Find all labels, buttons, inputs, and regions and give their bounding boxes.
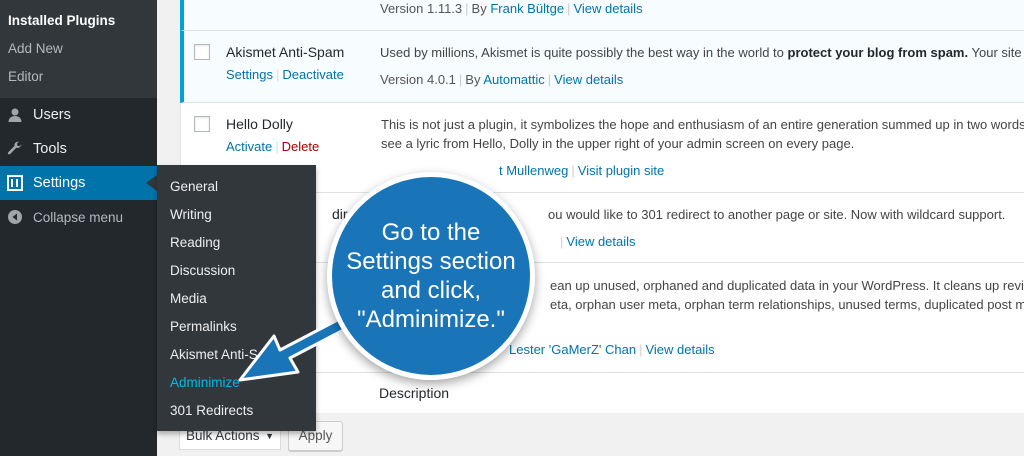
callout-line-3: and click, <box>380 277 482 304</box>
view-details-link[interactable]: View details <box>573 1 642 16</box>
wrench-icon <box>6 140 24 158</box>
menu-users-label: Users <box>33 107 71 123</box>
plugin-version: Version 4.0.1 <box>380 72 456 87</box>
plugin-description: ou would like to 301 redirect to another… <box>548 207 1006 222</box>
flyout-item-discussion[interactable]: Discussion <box>170 263 235 278</box>
submenu-installed-plugins[interactable]: Installed Plugins <box>8 13 165 28</box>
menu-collapse[interactable]: Collapse menu <box>0 200 157 234</box>
settings-link[interactable]: Settings <box>226 67 273 82</box>
collapse-icon <box>6 208 24 226</box>
delete-link[interactable]: Delete <box>282 139 320 154</box>
desc-bold: protect your blog from spam. <box>787 45 969 60</box>
dropdown-caret-icon: ▼ <box>265 431 274 441</box>
plugin-meta: Version 4.0.1 | By Automattic | View details <box>380 72 624 87</box>
plugin-description: ean up unused, orphaned and duplicated d… <box>550 278 1024 293</box>
plugin-description-line2: eta, orphan user meta, orphan term relat… <box>550 297 1024 312</box>
flyout-item-media[interactable]: Media <box>170 291 207 306</box>
users-icon <box>6 106 24 124</box>
desc-text-end: Your site is <box>971 45 1024 60</box>
flyout-item-reading[interactable]: Reading <box>170 235 220 250</box>
plugin-name: Akismet Anti-Spam <box>226 44 345 60</box>
desc-text: Used by millions, Akismet is quite possi… <box>380 45 784 60</box>
flyout-item-permalinks[interactable]: Permalinks <box>170 319 237 334</box>
menu-settings-label: Settings <box>33 175 86 191</box>
plugin-checkbox[interactable] <box>194 44 210 60</box>
plugin-meta: | View details <box>560 234 636 249</box>
callout-text: Go to the Settings section and click, "A… <box>332 177 530 375</box>
view-details-link[interactable]: View details <box>566 234 635 249</box>
plugin-row: Version 1.11.3 | By Frank Bültge | View deta… <box>180 0 1024 31</box>
plugin-description-line2: see a lyric from Hello, Dolly in the upp… <box>381 136 855 151</box>
plugin-meta: Version 1.11.3 | By Frank Bültge | View deta… <box>380 1 643 16</box>
view-details-link[interactable]: View details <box>645 342 714 357</box>
plugin-name: Hello Dolly <box>226 116 293 132</box>
plugin-row-akismet: Akismet Anti-Spam Settings | Deactivate Us… <box>180 31 1024 103</box>
submenu-add-new[interactable]: Add New <box>8 41 165 56</box>
plugin-by-label: By <box>471 1 487 16</box>
plugin-meta: t Mullenweg | Visit plugin site <box>499 163 665 178</box>
view-details-link[interactable]: View details <box>554 72 623 87</box>
plugin-actions: Activate | Delete <box>226 139 320 154</box>
plugin-author-link[interactable]: t Mullenweg <box>499 163 568 178</box>
instruction-callout: Go to the Settings section and click, "A… <box>327 172 535 380</box>
callout-line-4: "Adminimize." <box>357 306 505 333</box>
flyout-pointer <box>146 175 157 191</box>
menu-users[interactable]: Users <box>0 98 157 132</box>
plugin-description: This is not just a plugin, it symbolizes… <box>381 117 1024 132</box>
plugin-author-link[interactable]: Frank Bültge <box>490 1 564 16</box>
callout-line-1: Go to the <box>381 219 481 246</box>
callout-line-2: Settings section <box>346 248 516 275</box>
submenu-editor[interactable]: Editor <box>8 69 165 84</box>
menu-settings[interactable]: Settings <box>0 166 157 200</box>
plugin-version: Version 1.11.3 <box>380 1 463 16</box>
menu-tools[interactable]: Tools <box>0 132 157 166</box>
plugin-by-label: By <box>465 72 481 87</box>
menu-tools-label: Tools <box>33 141 67 157</box>
deactivate-link[interactable]: Deactivate <box>282 67 343 82</box>
activate-link[interactable]: Activate <box>226 139 272 154</box>
plugin-description: Used by millions, Akismet is quite possi… <box>380 45 1024 60</box>
admin-sidebar: Installed Plugins Add New Editor Users T… <box>0 0 157 456</box>
plugin-checkbox[interactable] <box>194 116 210 132</box>
plugin-author-link[interactable]: Automattic <box>483 72 544 87</box>
flyout-item-writing[interactable]: Writing <box>170 207 212 222</box>
menu-collapse-label: Collapse menu <box>33 209 124 225</box>
flyout-item-general[interactable]: General <box>170 179 218 194</box>
plugin-actions: Settings | Deactivate <box>226 67 344 82</box>
plugin-meta: Lester 'GaMerZ' Chan | View details <box>509 342 715 357</box>
visit-plugin-site-link[interactable]: Visit plugin site <box>578 163 664 178</box>
settings-icon <box>6 174 24 192</box>
